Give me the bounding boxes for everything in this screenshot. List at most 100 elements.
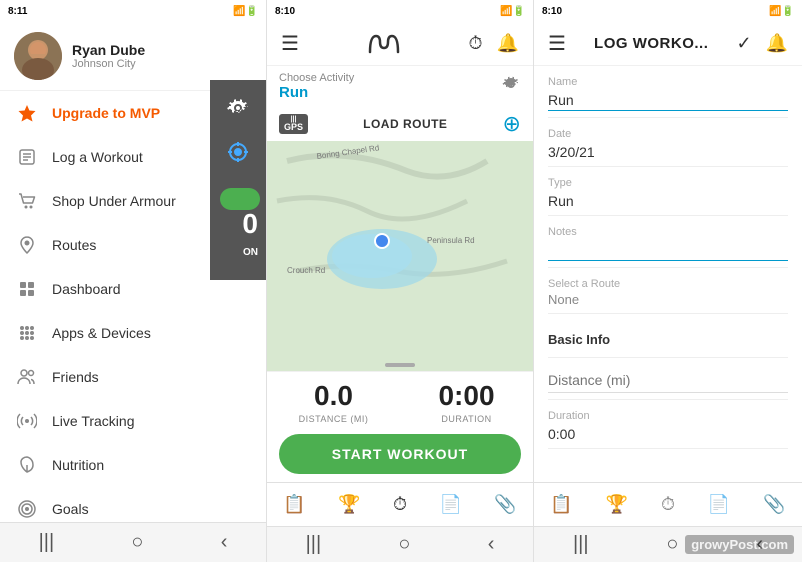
map-tab-trophy[interactable]: 🏆 [338,494,360,515]
log-tab-trophy[interactable]: 🏆 [606,494,628,515]
nav-label-live-tracking: Live Tracking [52,413,134,429]
duration-label: DURATION [441,414,491,424]
nav-item-friends[interactable]: Friends [0,355,266,399]
stats-row: 0.0 DISTANCE (MI) 0:00 DURATION [267,371,533,428]
load-route-btn[interactable]: LOAD ROUTE [363,117,447,131]
select-route-value: None [548,292,788,307]
basic-info-label: Basic Info [548,324,788,351]
activity-bar: Choose Activity Run [267,66,533,107]
start-workout-btn[interactable]: START WORKOUT [279,434,521,474]
log-header: ☰ LOG WORKO... ✓ 🔔 [534,22,802,66]
svg-text:Peninsula Rd: Peninsula Rd [427,236,475,245]
settings-icon-overlay[interactable] [224,94,252,122]
log-back-btn-bar[interactable]: ‹ [756,533,763,556]
duration-field: Duration 0:00 [548,400,788,449]
target-icon [16,498,38,520]
map-time: 8:10 [275,6,295,17]
log-tab-log[interactable]: 📋 [550,494,572,515]
map-home-btn-bar[interactable]: ○ [398,533,410,556]
notification-icon[interactable]: 🔔 [497,33,519,54]
map-back-btn-bar[interactable]: ‹ [488,533,495,556]
history-icon[interactable]: ⏱ [469,33,483,54]
map-menu-btn[interactable]: ☰ [281,31,299,56]
name-field: Name [548,66,788,118]
nav-item-live-tracking[interactable]: Live Tracking [0,399,266,443]
map-bottom-tabs: 📋 🏆 ⏱ 📄 📎 [267,482,533,526]
sidebar-status-bar: 8:11 📶🔋 [0,0,266,22]
log-title: LOG WORKO... [594,35,708,52]
nav-item-apps[interactable]: Apps & Devices [0,311,266,355]
distance-value: 0.0 [314,380,353,412]
map-header: ☰ ⏱ 🔔 [267,22,533,66]
date-label: Date [548,128,788,140]
apps-icon [16,322,38,344]
user-name: Ryan Dube [72,42,145,58]
log-menu-btn-bar[interactable]: ||| [573,533,589,556]
map-status-icons: 📶🔋 [500,6,525,17]
activity-value: Run [279,84,354,101]
distance-input[interactable] [548,368,788,393]
sidebar-back-btn[interactable]: ‹ [221,531,228,554]
type-field: Type Run [548,167,788,216]
distance-label: DISTANCE (MI) [299,414,369,424]
map-tab-log[interactable]: 📋 [283,494,305,515]
log-home-btn-bar[interactable]: ○ [666,533,678,556]
sidebar-home-btn[interactable]: ○ [131,531,143,554]
name-input[interactable] [548,92,788,111]
nav-label-log: Log a Workout [52,149,143,165]
log-menu-btn[interactable]: ☰ [548,31,566,56]
toggle-switch[interactable] [220,188,260,210]
sidebar-status-icons: 📶🔋 [233,6,258,17]
log-header-right: ✓ 🔔 [736,33,788,54]
map-status-bar: 8:10 📶🔋 [267,0,533,22]
activity-settings-icon[interactable] [501,74,521,99]
map-panel: 8:10 📶🔋 ☰ ⏱ 🔔 Choose Activity Run ||| GP… [267,0,534,562]
save-check-icon[interactable]: ✓ [736,33,751,54]
log-form: Name Date 3/20/21 Type Run Notes Select … [534,66,802,482]
nav-label-friends: Friends [52,369,99,385]
pin-icon [16,234,38,256]
distance-stat: 0.0 DISTANCE (MI) [267,380,400,424]
map-tab-attach[interactable]: 📎 [494,494,516,515]
signal-icon [16,410,38,432]
nav-label-goals: Goals [52,501,89,517]
user-city: Johnson City [72,58,145,70]
select-route-field[interactable]: Select a Route None [548,268,788,314]
grid-icon [16,278,38,300]
log-status-icons: 📶🔋 [769,6,794,17]
center-map-icon[interactable]: ⊕ [503,111,521,137]
log-tab-notes[interactable]: 📄 [708,494,730,515]
sidebar: 8:11 📶🔋 Ryan Dube Johnson City [0,0,267,562]
location-icon-overlay[interactable] [224,138,252,166]
map-tab-timer[interactable]: ⏱ [393,494,407,515]
name-label: Name [548,76,788,88]
log-bottom-tabs: 📋 🏆 ⏱ 📄 📎 [534,482,802,526]
duration-value: 0:00 [548,426,788,442]
notes-field: Notes [548,216,788,268]
duration-stat: 0:00 DURATION [400,380,533,424]
notes-input[interactable] [548,242,788,261]
type-label: Type [548,177,788,189]
duration-label: Duration [548,410,788,422]
log-time: 8:10 [542,6,562,17]
sidebar-menu-btn[interactable]: ||| [39,531,55,554]
nav-label-shop: Shop Under Armour [52,193,176,209]
nav-label-upgrade: Upgrade to MVP [52,105,160,121]
map-tab-notes[interactable]: 📄 [439,494,461,515]
log-tab-attach[interactable]: 📎 [763,494,785,515]
log-phone-bar: ||| ○ ‹ [534,526,802,562]
log-bell-icon[interactable]: 🔔 [766,33,788,54]
type-value: Run [548,193,788,209]
map-header-actions: ⏱ 🔔 [469,33,519,54]
nav-item-goals[interactable]: Goals [0,487,266,522]
notes-label: Notes [548,226,788,238]
cart-icon [16,190,38,212]
activity-label: Choose Activity [279,72,354,84]
nav-label-routes: Routes [52,237,96,253]
map-menu-btn-bar[interactable]: ||| [306,533,322,556]
scroll-handle [385,363,415,367]
overlay-panel: 0 ON [210,80,266,280]
log-tab-timer[interactable]: ⏱ [661,494,675,515]
map-area[interactable]: Boring Chapel Rd Crouch Rd Peninsula Rd [267,141,533,371]
nav-item-nutrition[interactable]: Nutrition [0,443,266,487]
